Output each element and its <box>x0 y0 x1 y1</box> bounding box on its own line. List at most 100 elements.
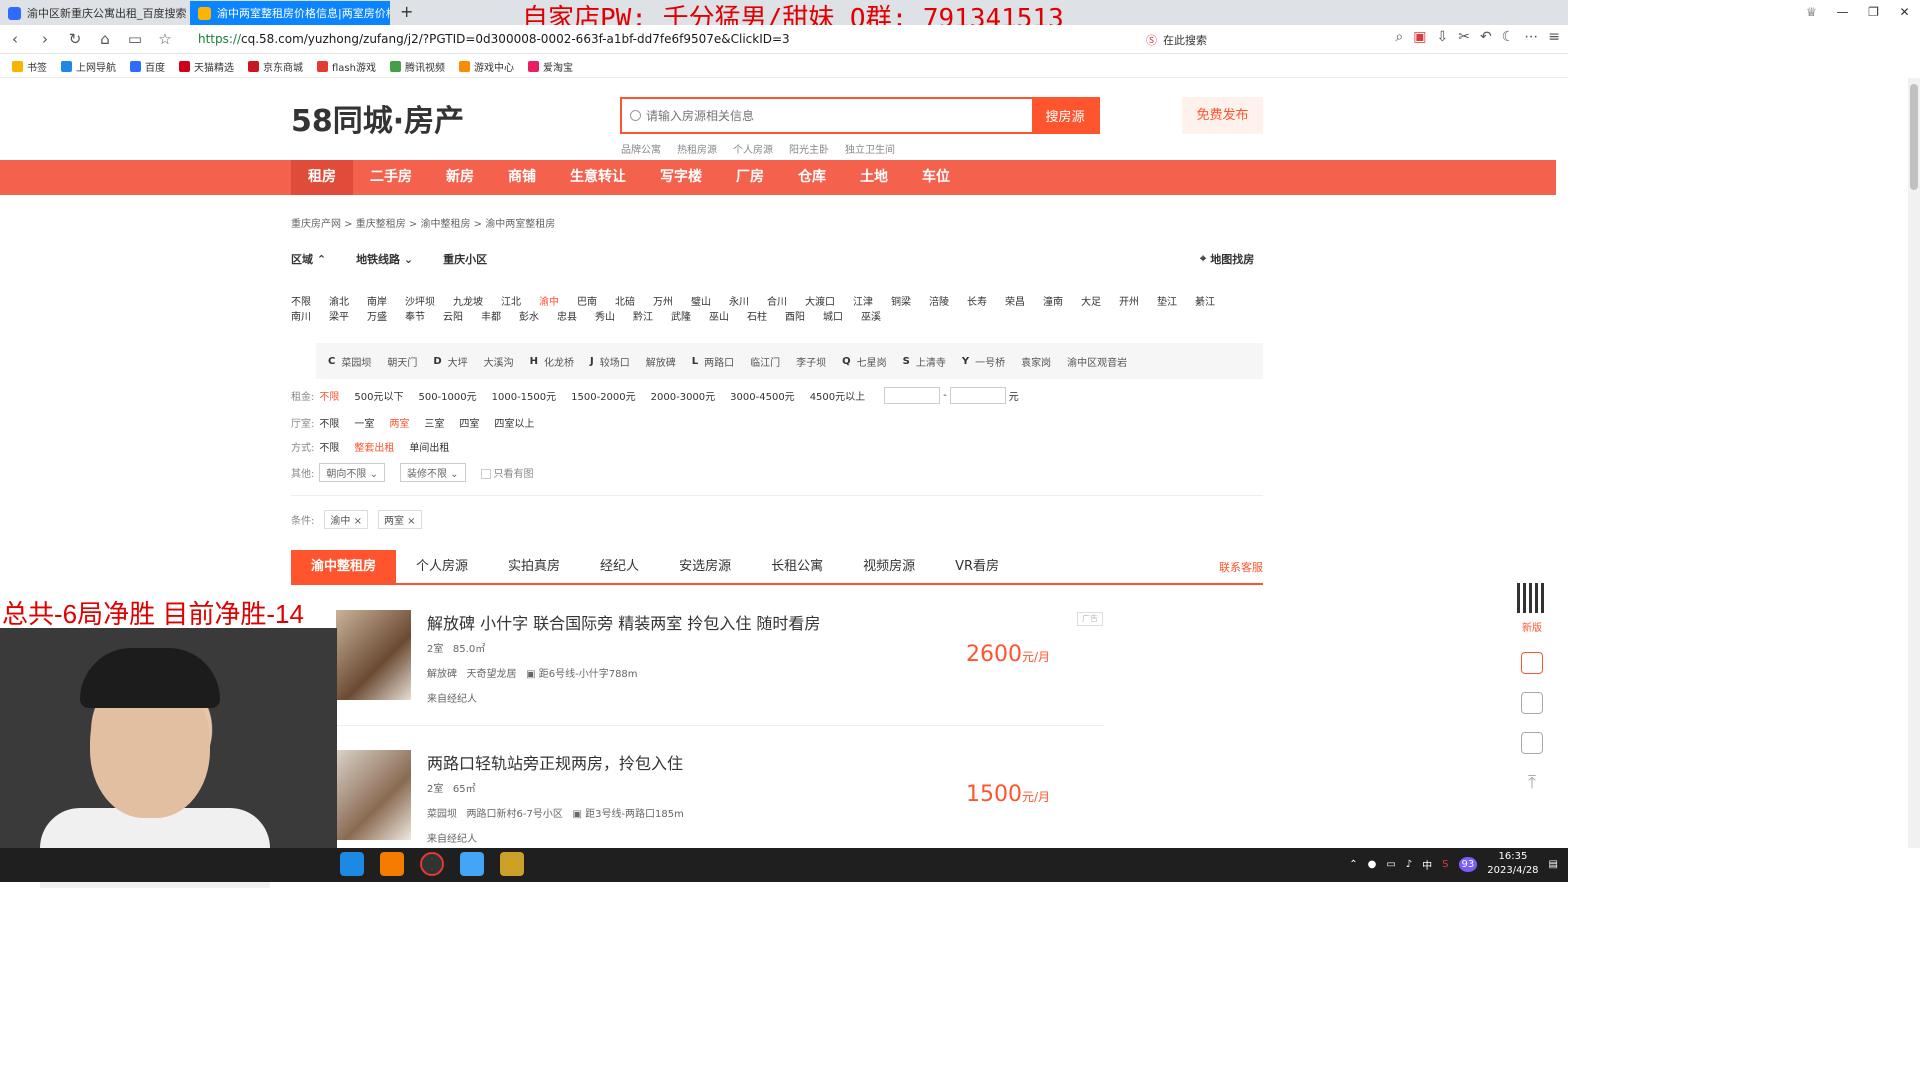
rent-option[interactable]: 500元以下 <box>354 388 403 403</box>
bookmark-item[interactable]: 游戏中心 <box>458 59 514 74</box>
district-item[interactable]: 不限 <box>291 295 311 310</box>
district-item[interactable]: 江北 <box>501 295 521 310</box>
hot-tag[interactable]: 独立卫生间 <box>845 141 895 156</box>
explorer-icon[interactable] <box>460 852 484 876</box>
close-icon[interactable]: × <box>354 516 362 527</box>
network-icon[interactable]: ▭ <box>1386 859 1395 870</box>
back-to-top-icon[interactable]: ⤒ <box>1528 772 1536 793</box>
district-item[interactable]: 黔江 <box>633 310 653 325</box>
shirt-icon[interactable]: ♕ <box>1796 0 1827 25</box>
nav-factory[interactable]: 厂房 <box>719 160 781 195</box>
subarea-item[interactable]: 渝中区观音岩 <box>1067 354 1127 369</box>
house-search-input[interactable] <box>622 99 1032 132</box>
district-item[interactable]: 涪陵 <box>929 295 949 310</box>
hot-tag[interactable]: 热租房源 <box>677 141 717 156</box>
community[interactable]: 两路口新村6-7号小区 <box>467 809 563 820</box>
district-item[interactable]: 云阳 <box>443 310 463 325</box>
with-image-checkbox[interactable]: 只看有图 <box>480 465 534 480</box>
district-item[interactable]: 合川 <box>767 295 787 310</box>
edit-icon[interactable] <box>1521 692 1543 714</box>
more-icon[interactable]: ⋯ <box>1524 29 1538 45</box>
subarea-item[interactable]: 大溪沟 <box>484 354 514 369</box>
volume-icon[interactable]: ♪ <box>1406 859 1412 870</box>
district-item[interactable]: 南岸 <box>367 295 387 310</box>
subarea-item[interactable]: 上清寺 <box>916 354 946 369</box>
rent-option[interactable]: 500-1000元 <box>418 388 476 403</box>
reader-icon[interactable]: ▭ <box>120 30 150 48</box>
home-icon[interactable]: ⌂ <box>90 30 120 48</box>
district-item[interactable]: 大足 <box>1081 295 1101 310</box>
listing-photo[interactable] <box>336 610 411 700</box>
menu-icon[interactable]: ≡ <box>1548 29 1560 45</box>
search-house-button[interactable]: 搜房源 <box>1032 99 1098 132</box>
district-item[interactable]: 忠县 <box>557 310 577 325</box>
district-item[interactable]: 长寿 <box>967 295 987 310</box>
app-icon[interactable] <box>1521 652 1543 674</box>
browser-tab[interactable]: 渝中区新重庆公寓出租_百度搜索× <box>0 1 190 25</box>
rooms-option[interactable]: 一室 <box>354 415 374 430</box>
listing-title[interactable]: 解放碑 小什字 联合国际旁 精装两室 拎包入住 随时看房 <box>427 610 820 634</box>
tab-vr[interactable]: VR看房 <box>935 551 1019 583</box>
district-item[interactable]: 潼南 <box>1043 295 1063 310</box>
tab-subway[interactable]: 地铁线路 ⌄ <box>356 251 413 267</box>
rent-option[interactable]: 不限 <box>319 388 339 403</box>
browser-search[interactable]: Ⓢ 在此搜索 <box>1146 29 1356 50</box>
condition-tag[interactable]: 渝中 × <box>324 510 368 529</box>
tab-selected[interactable]: 安选房源 <box>659 551 751 583</box>
new-version-label[interactable]: 新版 <box>1522 619 1542 634</box>
district-item[interactable]: 渝中 <box>539 295 559 310</box>
district-item[interactable]: 璧山 <box>691 295 711 310</box>
district-item[interactable]: 南川 <box>291 310 311 325</box>
site-logo[interactable]: 58同城·房产 <box>291 96 464 140</box>
tray-badge[interactable]: 93 <box>1458 856 1478 872</box>
subarea-item[interactable]: 临江门 <box>750 354 780 369</box>
close-window-icon[interactable]: ✕ <box>1889 0 1920 25</box>
chevron-up-icon[interactable]: ⌃ <box>1349 859 1357 870</box>
download-icon[interactable]: ⇩ <box>1437 29 1449 45</box>
nav-parking[interactable]: 车位 <box>905 160 967 195</box>
scrollbar-thumb[interactable] <box>1910 84 1918 190</box>
back-icon[interactable]: ‹ <box>0 30 30 48</box>
district-item[interactable]: 城口 <box>823 310 843 325</box>
qr-code-icon[interactable] <box>1517 583 1547 613</box>
decoration-select[interactable]: 装修不限 ⌄ <box>399 463 466 482</box>
nav-shop[interactable]: 商铺 <box>491 160 553 195</box>
district-item[interactable]: 酉阳 <box>785 310 805 325</box>
undo-icon[interactable]: ↶ <box>1480 29 1492 45</box>
district-item[interactable]: 秀山 <box>595 310 615 325</box>
app-icon[interactable] <box>380 852 404 876</box>
subarea-item[interactable]: 菜园坝 <box>341 354 371 369</box>
nav-office[interactable]: 写字楼 <box>643 160 719 195</box>
district-item[interactable]: 万盛 <box>367 310 387 325</box>
tab-yuzhong-rent[interactable]: 渝中整租房 <box>291 550 397 584</box>
clock[interactable]: 16:35 2023/4/28 <box>1487 850 1538 878</box>
district-item[interactable]: 北碚 <box>615 295 635 310</box>
nav-land[interactable]: 土地 <box>843 160 905 195</box>
bookmark-item[interactable]: 爱淘宝 <box>527 59 573 74</box>
subarea-item[interactable]: 七星岗 <box>857 354 887 369</box>
district-item[interactable]: 梁平 <box>329 310 349 325</box>
free-publish-button[interactable]: 免费发布 <box>1182 97 1263 134</box>
cut-icon[interactable]: ✂ <box>1458 29 1470 45</box>
browser-app-icon[interactable] <box>340 852 364 876</box>
district-item[interactable]: 江津 <box>853 295 873 310</box>
rent-option[interactable]: 3000-4500元 <box>730 388 795 403</box>
district-item[interactable]: 武隆 <box>671 310 691 325</box>
subarea-item[interactable]: 朝天门 <box>387 354 417 369</box>
subarea-item[interactable]: 化龙桥 <box>544 354 574 369</box>
district-item[interactable]: 渝北 <box>329 295 349 310</box>
forward-icon[interactable]: › <box>30 30 60 48</box>
district-item[interactable]: 巫山 <box>709 310 729 325</box>
district-item[interactable]: 垫江 <box>1157 295 1177 310</box>
star-icon[interactable]: ☆ <box>150 30 180 48</box>
rooms-option[interactable]: 两室 <box>389 415 409 430</box>
district-item[interactable]: 石柱 <box>747 310 767 325</box>
reload-icon[interactable]: ↻ <box>60 30 90 48</box>
rent-min-input[interactable] <box>884 387 941 404</box>
rent-option[interactable]: 1500-2000元 <box>571 388 636 403</box>
rent-option[interactable]: 2000-3000元 <box>651 388 716 403</box>
bookmark-item[interactable]: 书签 <box>12 59 47 74</box>
bookmark-item[interactable]: 腾讯视频 <box>389 59 445 74</box>
sogou-icon[interactable]: S <box>1442 859 1448 870</box>
tab-video[interactable]: 视频房源 <box>843 551 935 583</box>
